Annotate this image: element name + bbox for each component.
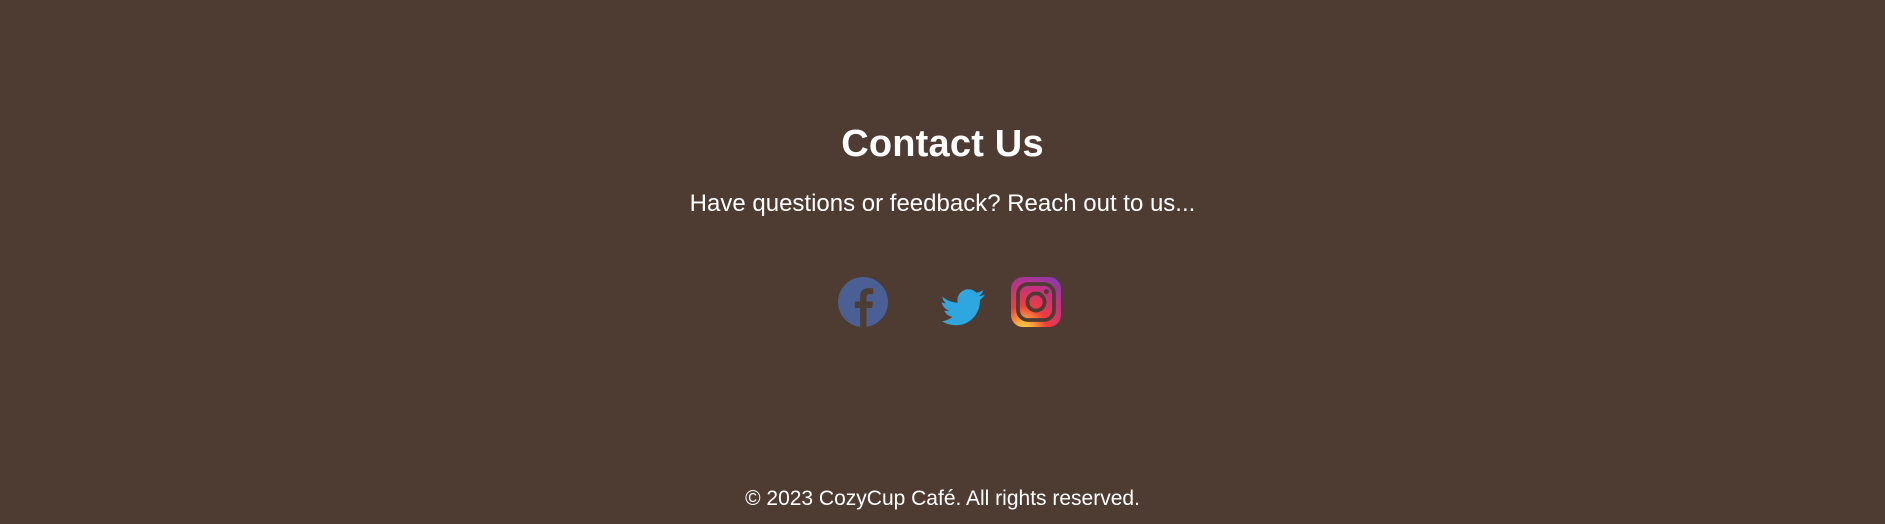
social-links [0, 277, 1885, 327]
facebook-link[interactable] [838, 277, 888, 327]
twitter-link[interactable] [927, 277, 987, 327]
instagram-icon [1011, 277, 1061, 327]
contact-title: Contact Us [841, 123, 1044, 165]
contact-subtitle: Have questions or feedback? Reach out to… [689, 190, 1196, 217]
copyright-text: © 2023 CozyCup Café. All rights reserved… [745, 487, 1140, 510]
instagram-link[interactable] [1011, 277, 1061, 327]
twitter-icon [941, 289, 985, 326]
facebook-icon [838, 277, 888, 327]
